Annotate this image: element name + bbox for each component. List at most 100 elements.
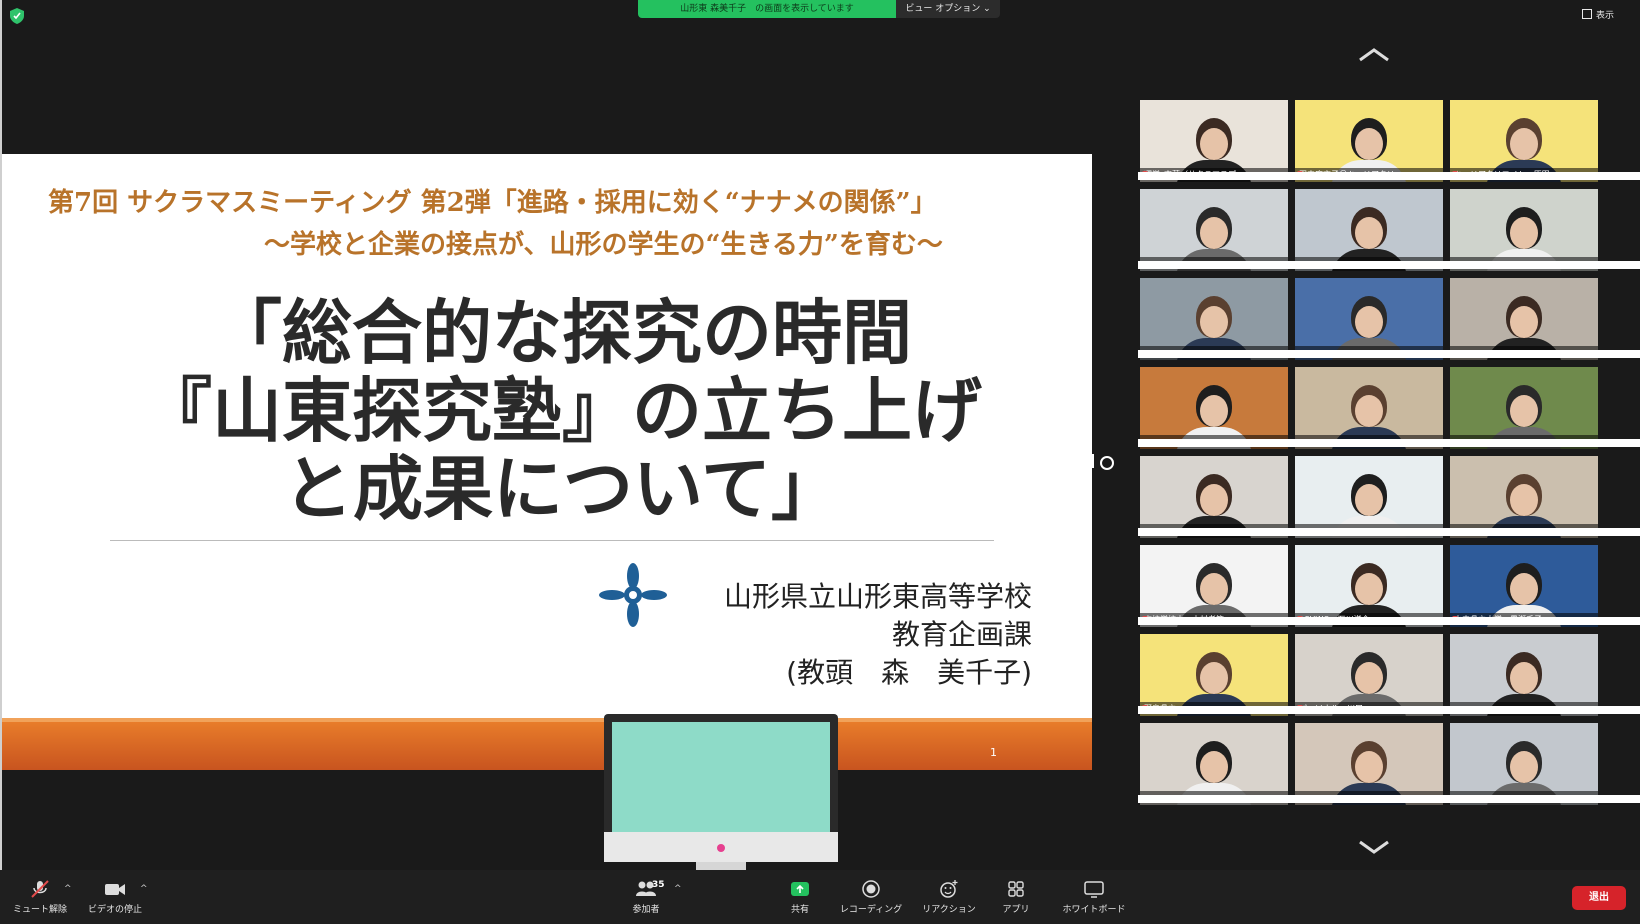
participant-face [1200, 217, 1228, 249]
participant-tile[interactable]: ASUWO 石川洋介 [1295, 545, 1443, 627]
participant-tile[interactable] [1450, 189, 1598, 271]
mute-button[interactable]: ミュート解除 [12, 870, 68, 924]
participant-tile[interactable]: 田中麻衣子＠キャリアクリ… [1295, 100, 1443, 182]
record-icon [862, 880, 880, 898]
participant-face [1200, 306, 1228, 338]
participant-tile[interactable] [1450, 456, 1598, 538]
view-button-label: 表示 [1596, 11, 1615, 21]
share-screen-icon [791, 882, 809, 896]
participant-face [1200, 573, 1228, 605]
presenter-name: (教頭 森 美千子) [786, 656, 1032, 689]
participant-face [1200, 484, 1228, 516]
participant-count: 35 [652, 880, 665, 890]
participant-face [1200, 662, 1228, 694]
participant-tile[interactable] [1295, 189, 1443, 271]
cursor-dot [1100, 456, 1114, 470]
participant-tile[interactable] [1295, 723, 1443, 805]
participant-face [1510, 217, 1538, 249]
gallery-row-separator [1138, 172, 1640, 180]
participant-tile[interactable] [1140, 723, 1288, 805]
shared-slide: 第7回 サクラマスミーティング 第2弾「進路・採用に効く“ナナメの関係”」 ～学… [2, 154, 1092, 770]
participant-face [1510, 128, 1538, 160]
slide-subtitle-line1: 第7回 サクラマスミーティング 第2弾「進路・採用に効く“ナナメの関係”」 [48, 188, 937, 218]
participant-tile[interactable]: 運営_齋藤（サクラマスプ… [1140, 100, 1288, 182]
slide-title-line: 「総合的な探究の時間 [212, 292, 912, 374]
participant-face [1355, 751, 1383, 783]
participant-face [1510, 662, 1538, 694]
participant-tile[interactable] [1295, 456, 1443, 538]
participant-face [1510, 751, 1538, 783]
participant-tile[interactable]: 高校学校山 木村者等 [1140, 545, 1288, 627]
slide-title-line: と成果について」 [283, 448, 841, 530]
participant-face [1510, 484, 1538, 516]
gallery-row-separator [1138, 706, 1640, 714]
participant-tile[interactable] [1140, 456, 1288, 538]
gallery-row-separator [1138, 528, 1640, 536]
participant-face [1355, 484, 1383, 516]
participant-face [1200, 128, 1228, 160]
view-options-button[interactable]: ビュー オプション ⌄ [896, 0, 1000, 18]
chevron-down-icon[interactable] [1356, 838, 1392, 856]
view-button[interactable]: 表示 [1582, 8, 1614, 21]
participants-button[interactable]: 参加者 [622, 870, 670, 924]
reactions-label: リアクション [922, 905, 976, 915]
gallery-view-icon [1582, 9, 1592, 19]
slide-footer-bar: 1 [2, 718, 1092, 770]
screen-share-banner: 山形東 森美千子 の画面を表示しています [638, 0, 896, 18]
participant-tile[interactable] [1295, 367, 1443, 449]
participant-face [1200, 395, 1228, 427]
participant-tile[interactable] [1295, 278, 1443, 360]
participant-tile[interactable] [1450, 634, 1598, 716]
apps-icon [1008, 881, 1024, 897]
participant-tile[interactable]: キャリアクリエイト 原田 [1450, 100, 1598, 182]
apps-button[interactable]: アプリ [996, 870, 1036, 924]
video-label: ビデオの停止 [87, 905, 142, 915]
participant-tile[interactable] [1140, 189, 1288, 271]
slide-divider [110, 540, 994, 541]
mute-label: ミュート解除 [12, 905, 67, 915]
whiteboard-label: ホワイトボード [1062, 905, 1126, 915]
slide-title: 「総合的な探究の時間 『山東探究塾』の立ち上げ と成果について」 [112, 294, 1012, 528]
participant-face [1510, 573, 1538, 605]
record-label: レコーディング [839, 905, 903, 915]
participant-face [1510, 395, 1538, 427]
participant-tile[interactable]: 山内県立大学 黒瀬千子 [1450, 545, 1598, 627]
school-emblem-icon [599, 563, 667, 627]
share-screen-button[interactable]: 共有 [776, 870, 824, 924]
participant-face [1200, 751, 1228, 783]
participants-caret[interactable]: ^ [674, 884, 682, 894]
video-options-caret[interactable]: ^ [140, 884, 148, 894]
reaction-smiley-icon [940, 880, 958, 898]
participant-face [1355, 662, 1383, 694]
participant-tile[interactable] [1450, 367, 1598, 449]
participant-face [1355, 128, 1383, 160]
shield-icon[interactable] [10, 8, 24, 24]
leave-meeting-button[interactable]: 退出 [1572, 886, 1626, 910]
participant-tile[interactable] [1140, 367, 1288, 449]
slide-page-number: 1 [990, 746, 997, 759]
whiteboard-button[interactable]: ホワイトボード [1058, 870, 1130, 924]
slide-subtitle-line2: ～学校と企業の接点が、山形の学生の“生きる力”を育む～ [264, 230, 943, 260]
participants-label: 参加者 [632, 905, 660, 915]
gallery-row-separator [1138, 350, 1640, 358]
gallery-row-separator [1138, 795, 1640, 803]
participant-tile[interactable] [1450, 278, 1598, 360]
participant-tile[interactable] [1450, 723, 1598, 805]
participant-tile[interactable]: パーソナル 川口 [1295, 634, 1443, 716]
apps-label: アプリ [1002, 905, 1030, 915]
whiteboard-icon [1084, 881, 1104, 898]
participant-tile[interactable]: 野鳥県立 [1140, 634, 1288, 716]
department-name: 教育企画課 [891, 618, 1032, 651]
zoom-meeting-window: 山形東 森美千子 の画面を表示しています ビュー オプション ⌄ 表示 第7回 … [0, 0, 1640, 924]
audio-options-caret[interactable]: ^ [64, 884, 72, 894]
stop-video-button[interactable]: ビデオの停止 [86, 870, 144, 924]
cursor-caret [1092, 454, 1094, 468]
chevron-up-icon[interactable] [1356, 46, 1392, 64]
meeting-toolbar: ミュート解除 ^ ビデオの停止 ^ 参加者 35 ^ 共有 レコーディング リア… [0, 870, 1640, 924]
participant-tile[interactable] [1140, 278, 1288, 360]
record-button[interactable]: レコーディング [838, 870, 904, 924]
mic-muted-icon [31, 880, 49, 898]
reactions-button[interactable]: リアクション [918, 870, 980, 924]
participant-face [1355, 395, 1383, 427]
school-name: 山形県立山形東高等学校 [723, 580, 1032, 613]
